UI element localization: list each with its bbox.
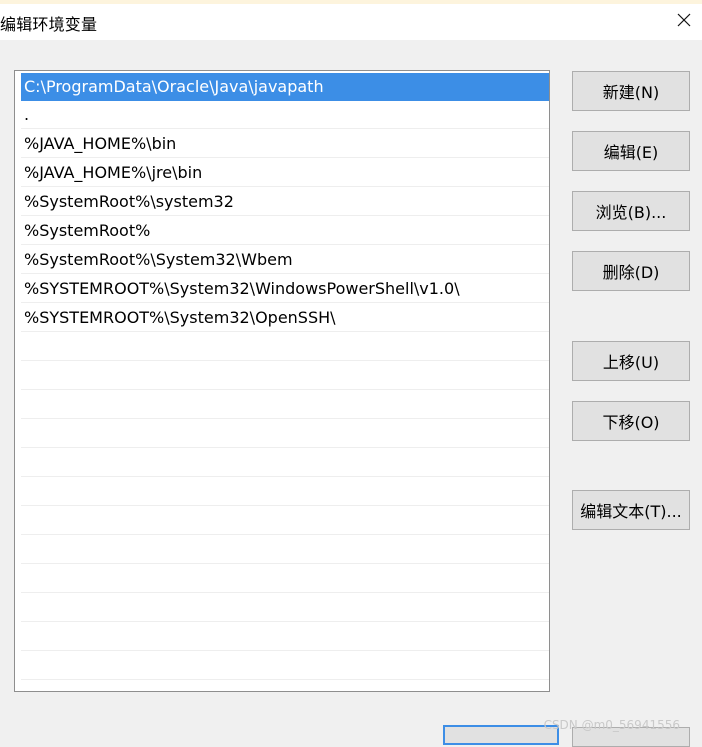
list-item-empty[interactable] [21,623,549,651]
delete-button[interactable]: 删除(D) [572,251,690,291]
ok-button[interactable] [443,725,559,745]
list-item-empty[interactable] [21,507,549,535]
list-item-empty[interactable] [21,594,549,622]
browse-button[interactable]: 浏览(B)... [572,191,690,231]
move-down-button[interactable]: 下移(O) [572,401,690,441]
list-item[interactable]: %SystemRoot%\system32 [21,188,549,216]
list-item-empty[interactable] [21,420,549,448]
path-listbox[interactable]: C:\ProgramData\Oracle\Java\javapath . %J… [14,70,550,692]
move-up-button[interactable]: 上移(U) [572,341,690,381]
list-item-empty[interactable] [21,478,549,506]
watermark: CSDN @m0_56941556 [543,718,680,732]
list-item[interactable]: %SYSTEMROOT%\System32\WindowsPowerShell\… [21,275,549,303]
close-icon [677,13,691,27]
list-item[interactable]: %SystemRoot% [21,217,549,245]
list-item[interactable]: %JAVA_HOME%\jre\bin [21,159,549,187]
list-item-empty[interactable] [21,565,549,593]
list-item-empty[interactable] [21,391,549,419]
list-item[interactable]: %SYSTEMROOT%\System32\OpenSSH\ [21,304,549,332]
edit-button[interactable]: 编辑(E) [572,131,690,171]
list-item-selected[interactable]: C:\ProgramData\Oracle\Java\javapath [21,73,549,101]
list-item-empty[interactable] [21,362,549,390]
list-item[interactable]: %SystemRoot%\System32\Wbem [21,246,549,274]
list-item-empty[interactable] [21,449,549,477]
list-item[interactable]: . [21,101,549,129]
list-item-empty[interactable] [21,652,549,680]
close-button[interactable] [666,4,702,36]
dialog-title: 编辑环境变量 [0,15,98,34]
edit-text-button[interactable]: 编辑文本(T)... [572,490,690,530]
list-item[interactable]: %JAVA_HOME%\bin [21,130,549,158]
list-item-empty[interactable] [21,536,549,564]
title-bar: 编辑环境变量 [0,4,702,40]
list-item-empty[interactable] [21,333,549,361]
new-button[interactable]: 新建(N) [572,71,690,111]
